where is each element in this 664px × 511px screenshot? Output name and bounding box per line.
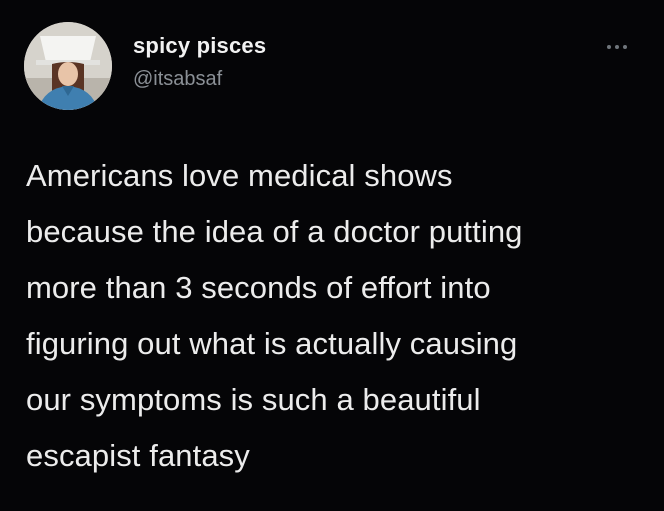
more-horizontal-icon-dot [615, 45, 619, 49]
tweet-text-line: escapist fantasy [26, 438, 250, 473]
avatar[interactable] [24, 22, 112, 110]
more-horizontal-icon [607, 45, 611, 49]
user-handle[interactable]: @itsabsaf [133, 68, 222, 91]
tweet-text-line: Americans love medical shows [26, 158, 453, 193]
tweet-text-line: figuring out what is actually causing [26, 326, 518, 361]
avatar-image [24, 22, 112, 110]
tweet-text-line: more than 3 seconds of effort into [26, 270, 491, 305]
tweet-text-line: our symptoms is such a beautiful [26, 382, 481, 417]
tweet-card: spicy pisces @itsabsaf Americans love me… [0, 0, 664, 511]
tweet-text-line: because the idea of a doctor putting [26, 214, 523, 249]
more-options-button[interactable] [598, 36, 636, 58]
more-horizontal-icon-dot [623, 45, 627, 49]
display-name[interactable]: spicy pisces [133, 33, 266, 59]
tweet-text: Americans love medical shows because the… [26, 148, 646, 484]
